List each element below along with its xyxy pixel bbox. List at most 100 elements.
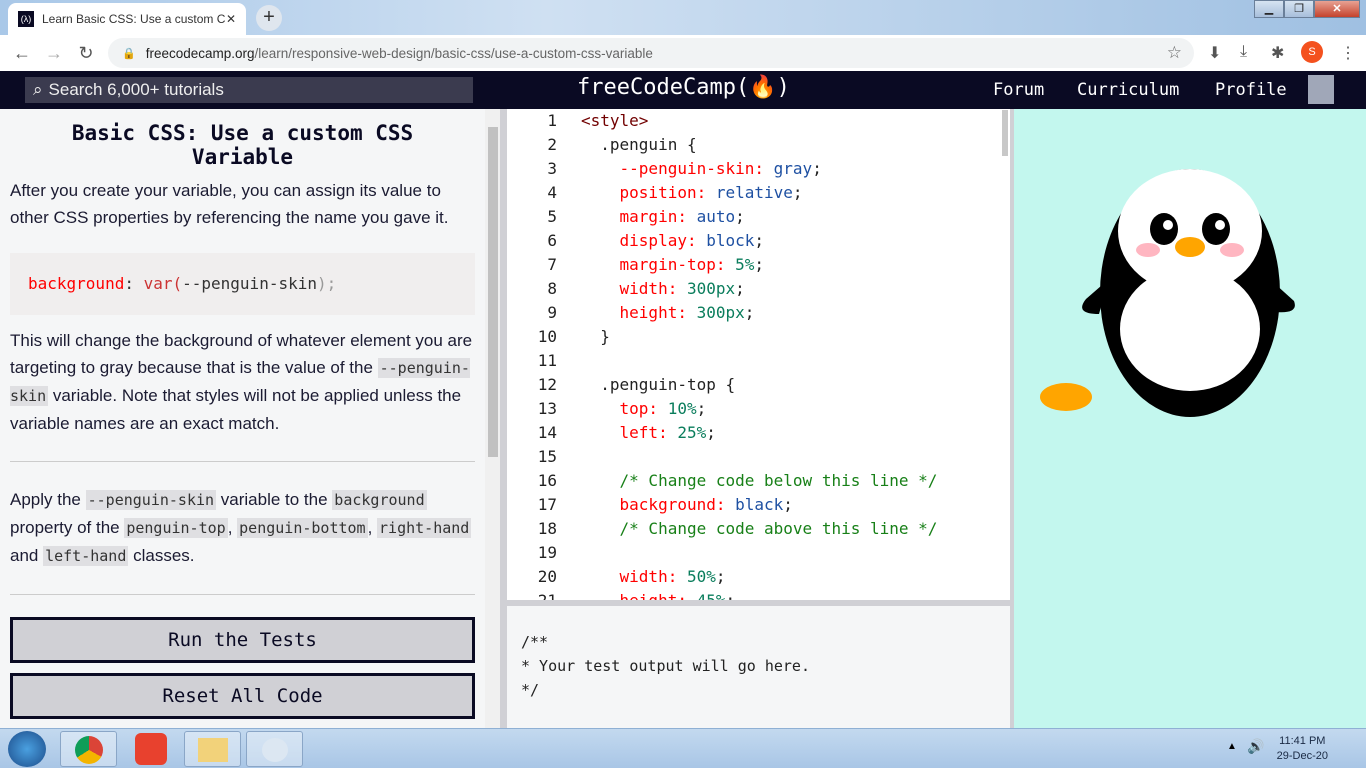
code-line[interactable]: .penguin { — [581, 135, 697, 154]
code-token: margin: — [581, 207, 697, 226]
search-icon: ⌕ — [33, 80, 43, 99]
penguin-top — [1118, 169, 1262, 293]
line-number: 4 — [547, 183, 557, 202]
code-token: gray — [773, 159, 813, 178]
nav-forum[interactable]: Forum — [993, 80, 1044, 100]
fcc-logo[interactable]: freeCodeCamp(🔥) — [577, 75, 790, 100]
url-input[interactable]: 🔒 freecodecamp.org/learn/responsive-web-d… — [108, 38, 1194, 68]
penguin-left-foot — [1040, 383, 1092, 411]
code-token: 300px — [696, 303, 745, 322]
snippet-colon: : — [124, 274, 144, 293]
code-line[interactable]: left: 25%; — [581, 423, 716, 442]
taskbar-paint[interactable] — [246, 731, 303, 767]
code-line[interactable]: .penguin-top { — [581, 375, 735, 394]
snippet-fn: var( — [143, 274, 183, 293]
text: variable. Note that styles will not be a… — [10, 386, 462, 433]
extensions-icon[interactable]: ✱ — [1271, 43, 1284, 63]
page-title: Basic CSS: Use a custom CSS Variable — [71, 121, 414, 169]
code-token: ; — [792, 183, 803, 202]
code-token: ; — [812, 159, 822, 178]
taskbar-chrome[interactable] — [60, 731, 117, 767]
penguin-beak — [1175, 237, 1205, 257]
code-line[interactable]: --penguin-skin: gray; — [581, 159, 822, 178]
code-editor[interactable]: 1 <style> 2 .penguin {3 --penguin-skin: gr… — [507, 110, 1010, 600]
code-line[interactable]: /* Change code below this line */ — [581, 471, 938, 490]
code-line[interactable]: width: 300px; — [581, 279, 745, 298]
restore-button[interactable]: ❐ — [1284, 0, 1314, 18]
code-line[interactable]: /* Change code above this line */ — [581, 519, 938, 538]
taskbar-explorer[interactable] — [184, 731, 241, 767]
code-line[interactable]: margin: auto; — [581, 207, 745, 226]
volume-icon[interactable]: 🔊 — [1247, 738, 1264, 755]
reset-code-button[interactable]: Reset All Code — [10, 673, 475, 719]
new-tab-button[interactable]: + — [256, 5, 282, 31]
star-icon[interactable]: ☆ — [1167, 43, 1182, 63]
code-line[interactable]: display: block; — [581, 231, 765, 250]
menu-icon[interactable]: ⋮ — [1340, 43, 1356, 63]
description-2: This will change the background of whate… — [0, 327, 485, 437]
code-token: display: — [581, 231, 707, 250]
pane-divider[interactable] — [500, 109, 507, 728]
clock[interactable]: 11:41 PM 29-Dec-20 — [1277, 734, 1328, 764]
code-line[interactable]: top: 10%; — [581, 399, 707, 418]
user-avatar[interactable] — [1308, 75, 1334, 104]
line-number: 1 — [547, 111, 557, 130]
code-line[interactable]: height: 300px; — [581, 303, 755, 322]
back-icon[interactable]: ← — [6, 43, 38, 64]
inline-code: penguin-top — [124, 518, 228, 538]
code-token: /* Change code below this line */ — [581, 471, 938, 490]
start-button[interactable] — [8, 731, 46, 767]
code-token: 5% — [735, 255, 755, 274]
code-token: width: — [581, 567, 687, 586]
profile-avatar[interactable]: S — [1301, 41, 1323, 63]
line-number: 2 — [547, 135, 557, 154]
editor-scrollbar-thumb[interactable] — [1002, 110, 1008, 156]
snippet-prop: background — [28, 274, 125, 293]
tab-title: Learn Basic CSS: Use a custom CSS Variab… — [42, 12, 226, 26]
browser-tab[interactable]: (λ) Learn Basic CSS: Use a custom CSS Var… — [8, 3, 246, 35]
nav-curriculum[interactable]: Curriculum — [1077, 80, 1179, 100]
forward-icon[interactable]: → — [38, 43, 70, 64]
line-number: 11 — [537, 351, 557, 370]
time: 11:41 PM — [1279, 735, 1326, 747]
save-icon[interactable]: ⤓ — [1240, 43, 1247, 61]
tray-arrow-icon[interactable]: ▲ — [1227, 741, 1237, 752]
taskbar-app[interactable] — [135, 733, 167, 765]
code-line[interactable]: position: relative; — [581, 183, 803, 202]
code-token: ; — [735, 279, 745, 298]
code-line[interactable]: <style> — [581, 111, 648, 130]
download-icon[interactable]: ⬇ — [1208, 43, 1221, 63]
inline-code: background — [332, 490, 427, 510]
code-token: /* Change code above this line */ — [581, 519, 938, 538]
line-number: 16 — [537, 471, 557, 490]
line-number: 9 — [547, 303, 557, 322]
line-number: 7 — [547, 255, 557, 274]
instructions-panel: Basic CSS: Use a custom CSS Variable Aft… — [0, 109, 485, 728]
left-scrollbar-thumb[interactable] — [488, 127, 498, 457]
inline-code: right-hand — [377, 518, 472, 538]
text: , — [227, 518, 238, 537]
code-token: } — [581, 327, 610, 346]
close-tab-icon[interactable]: ✕ — [226, 12, 236, 26]
line-number: 8 — [547, 279, 557, 298]
line-number: 5 — [547, 207, 557, 226]
code-line[interactable]: background: black; — [581, 495, 793, 514]
reload-icon[interactable]: ↻ — [70, 43, 102, 64]
fcc-favicon-icon: (λ) — [18, 11, 34, 27]
line-number: 19 — [537, 543, 557, 562]
code-token: 50% — [686, 567, 716, 586]
inline-code: --penguin-skin — [85, 490, 217, 510]
minimize-button[interactable]: ▁ — [1254, 0, 1284, 18]
code-line[interactable]: width: 50%; — [581, 567, 726, 586]
code-token: 45% — [697, 591, 726, 600]
code-line[interactable]: height: 45%; — [581, 591, 736, 600]
close-window-button[interactable]: ✕ — [1314, 0, 1360, 18]
run-tests-button[interactable]: Run the Tests — [10, 617, 475, 663]
nav-profile[interactable]: Profile — [1215, 80, 1287, 100]
search-input[interactable]: ⌕ Search 6,000+ tutorials — [25, 77, 473, 103]
fcc-navbar: ⌕ Search 6,000+ tutorials freeCodeCamp(🔥)… — [0, 71, 1366, 109]
code-line[interactable]: margin-top: 5%; — [581, 255, 765, 274]
line-number: 14 — [537, 423, 557, 442]
code-line[interactable]: } — [581, 327, 610, 346]
code-token: .penguin { — [581, 135, 697, 154]
